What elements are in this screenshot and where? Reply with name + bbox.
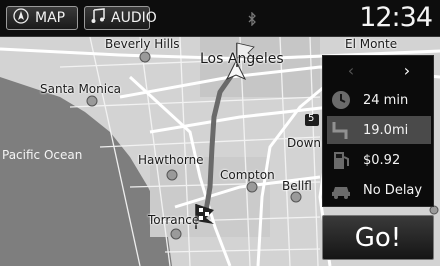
city-dot-beverly-hills xyxy=(139,51,151,63)
map-label-torrance: Torrance xyxy=(148,213,200,227)
audio-button-label: AUDIO xyxy=(111,10,157,26)
city-dot-east xyxy=(429,205,439,215)
route-info-panel: ‹ › 24 min 19.0mi $0.92 No Delay xyxy=(322,55,434,207)
map-button[interactable]: MAP xyxy=(6,6,78,30)
fuel-pump-icon xyxy=(327,148,355,172)
map-label-bellflower: Bellfl xyxy=(282,179,312,193)
map-label-los-angeles: Los Angeles xyxy=(200,51,284,67)
map-label-hawthorne: Hawthorne xyxy=(138,153,204,167)
map-label-pacific-ocean: Pacific Ocean xyxy=(2,148,83,162)
route-distance-icon xyxy=(327,118,355,142)
music-note-icon xyxy=(91,8,105,28)
time-row: 24 min xyxy=(327,86,431,114)
map-label-santa-monica: Santa Monica xyxy=(40,82,122,96)
traffic-delay: No Delay xyxy=(363,182,423,198)
clock: 12:34 xyxy=(359,2,433,33)
bluetooth-icon xyxy=(248,12,256,26)
city-dot-hawthorne xyxy=(166,169,178,181)
previous-route-button[interactable]: ‹ xyxy=(323,56,379,84)
chevron-right-icon: › xyxy=(403,60,411,80)
city-dot-compton xyxy=(246,181,258,193)
travel-distance: 19.0mi xyxy=(363,122,409,138)
fuel-cost: $0.92 xyxy=(363,152,401,168)
city-dot-bellflower xyxy=(290,191,302,203)
cost-row: $0.92 xyxy=(327,146,431,174)
map-label-compton: Compton xyxy=(220,168,275,182)
highway-shield-label: 5 xyxy=(308,113,315,124)
route-nav-row: ‹ › xyxy=(323,56,435,84)
map-label-beverly-hills: Beverly Hills xyxy=(105,37,180,51)
chevron-left-icon: ‹ xyxy=(347,60,355,80)
navigation-screen: Beverly Hills Los Angeles El Monte Santa… xyxy=(0,0,440,266)
next-route-button[interactable]: › xyxy=(379,56,435,84)
go-button[interactable]: Go! xyxy=(322,215,434,260)
traffic-row: No Delay xyxy=(327,176,431,204)
top-bar: MAP AUDIO 12:34 xyxy=(0,0,440,37)
map-button-label: MAP xyxy=(35,10,66,26)
map-label-downey: Down xyxy=(287,136,322,150)
traffic-car-icon xyxy=(327,178,355,202)
compass-icon xyxy=(13,8,29,28)
distance-row: 19.0mi xyxy=(327,116,431,144)
audio-button[interactable]: AUDIO xyxy=(84,6,157,30)
city-dot-torrance xyxy=(170,228,182,240)
clock-icon xyxy=(327,88,355,112)
map-label-el-monte: El Monte xyxy=(345,37,398,51)
travel-time: 24 min xyxy=(363,92,409,108)
city-dot-santa-monica xyxy=(86,95,98,107)
